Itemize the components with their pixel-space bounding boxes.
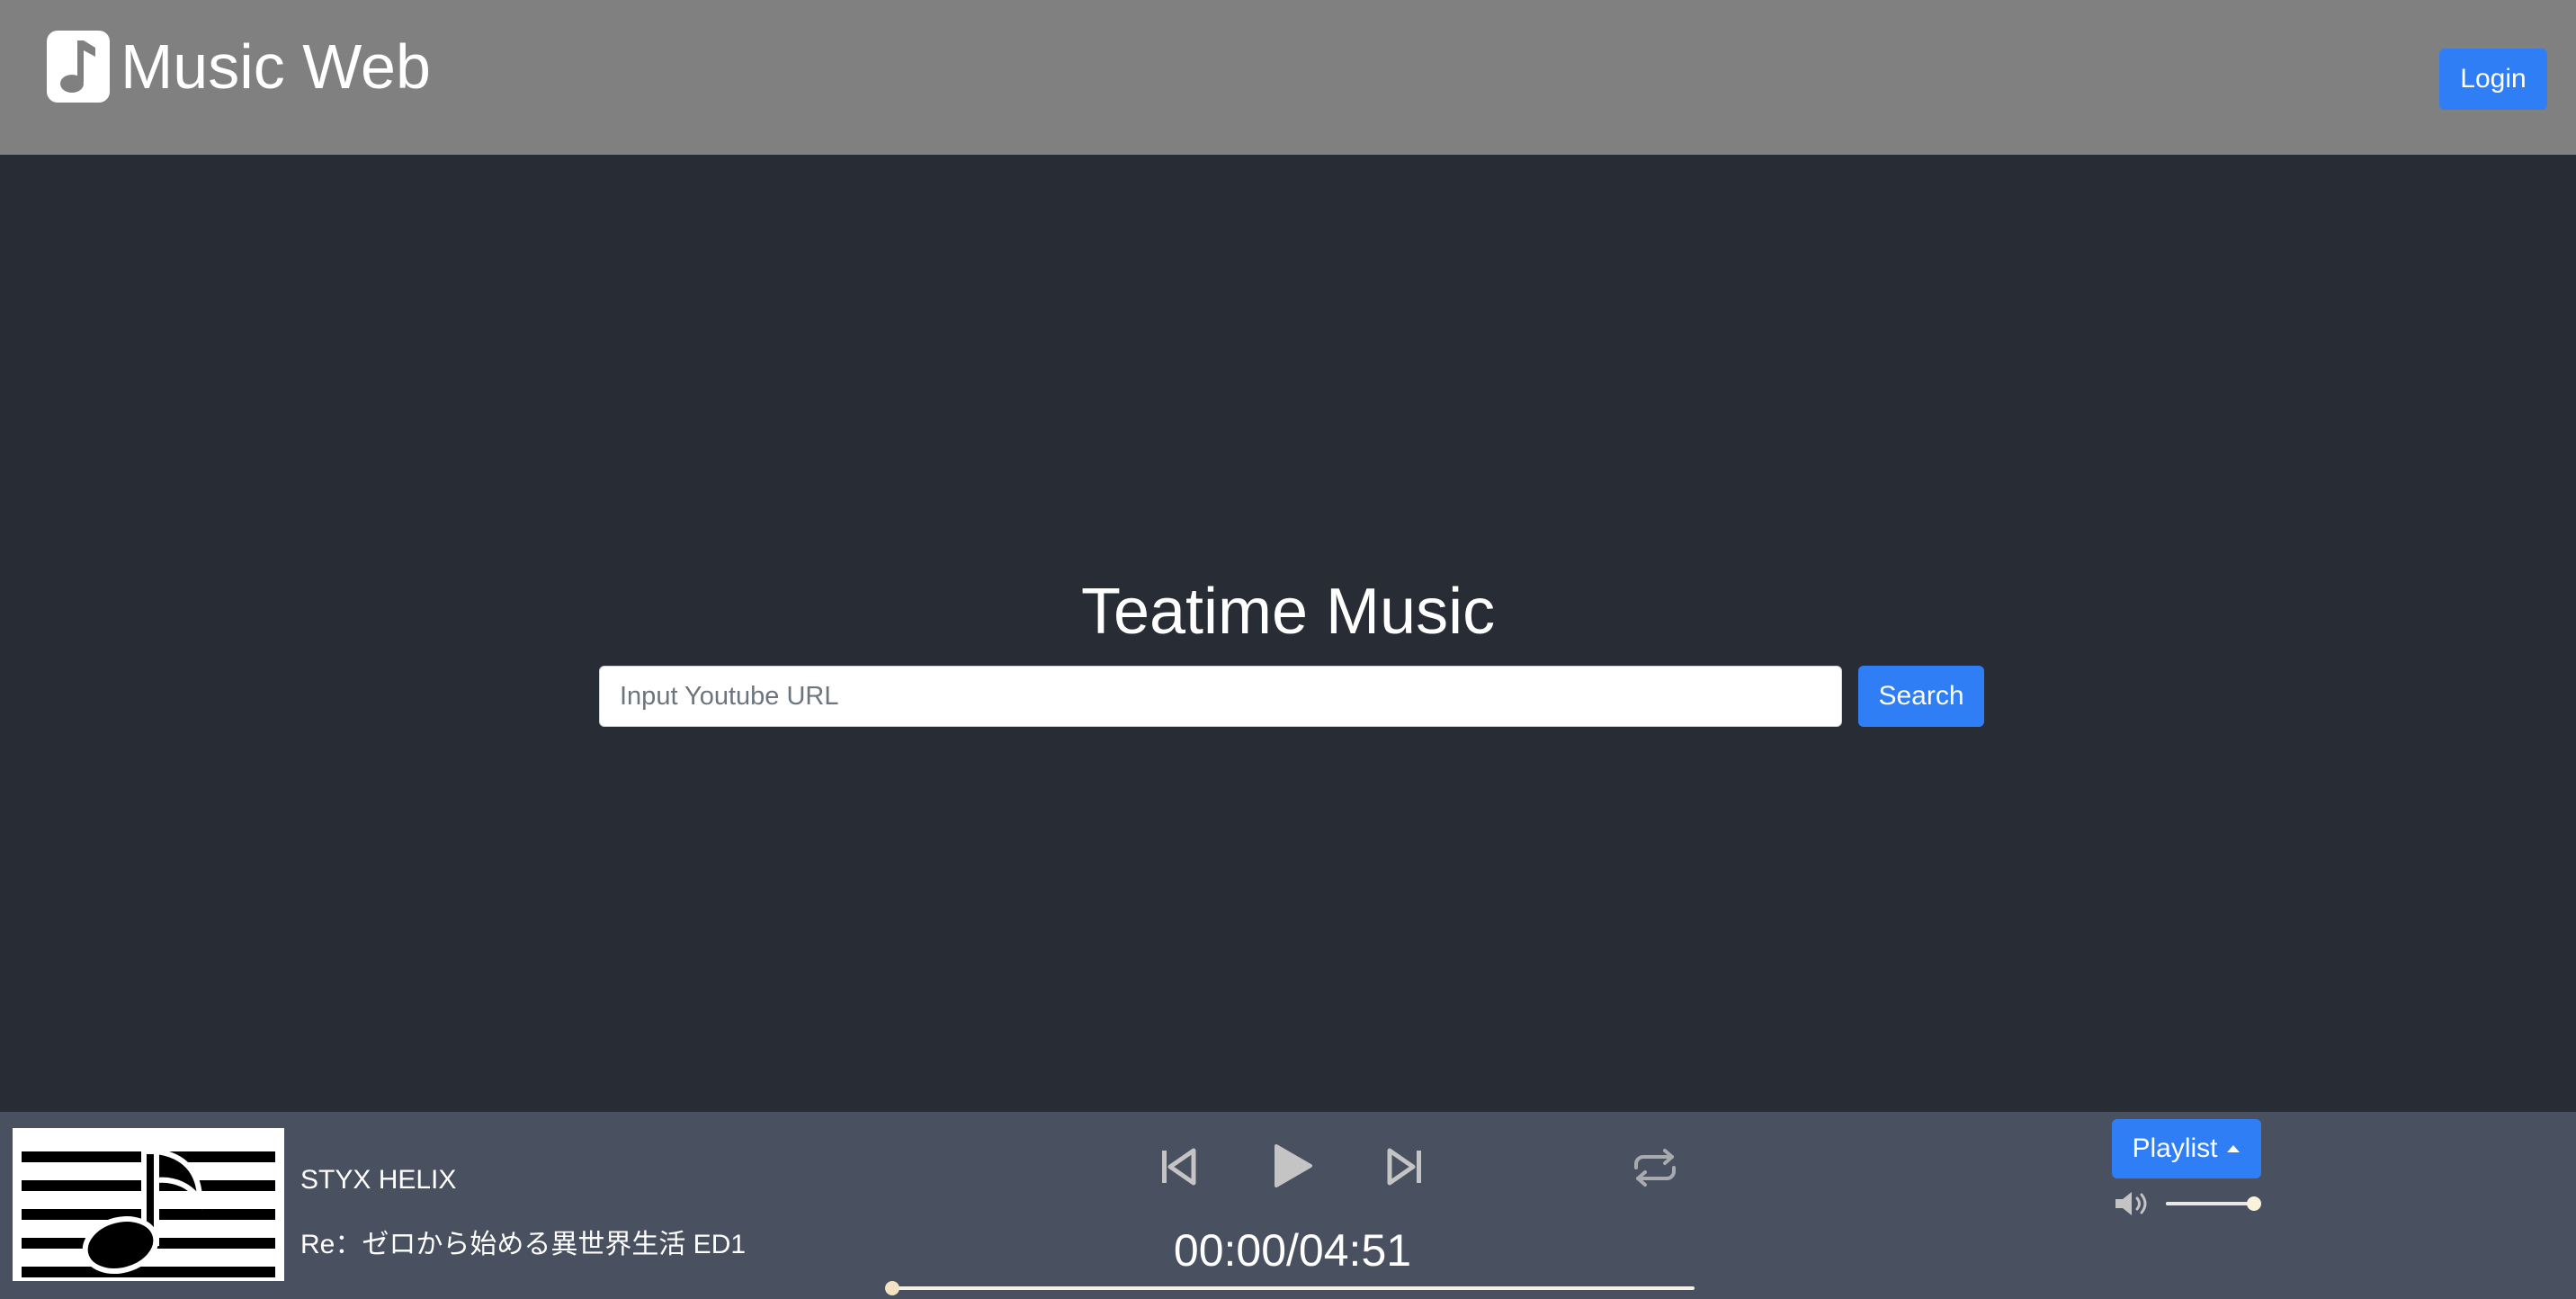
- skip-next-icon: [1387, 1148, 1421, 1186]
- previous-button[interactable]: [1157, 1144, 1200, 1189]
- track-subtitle: Re：ゼロから始める異世界生活 ED1: [300, 1230, 747, 1259]
- music-note-icon: [47, 31, 110, 103]
- navbar: Music Web Login: [0, 0, 2576, 155]
- brand-name: Music Web: [121, 31, 431, 102]
- search-button[interactable]: Search: [1858, 666, 1984, 727]
- volume-slider[interactable]: [2166, 1202, 2254, 1205]
- playlist-button[interactable]: Playlist: [2112, 1119, 2261, 1178]
- playlist-label: Playlist: [2132, 1133, 2218, 1163]
- youtube-url-input[interactable]: [599, 666, 1842, 727]
- login-button[interactable]: Login: [2439, 49, 2547, 110]
- music-note-icon: [13, 1128, 284, 1281]
- play-button[interactable]: [1268, 1139, 1319, 1193]
- brand[interactable]: Music Web: [47, 31, 431, 103]
- volume-level: [2166, 1202, 2254, 1205]
- skip-previous-icon: [1162, 1148, 1196, 1186]
- play-icon: [1275, 1144, 1312, 1187]
- time-display: 00:00/04:51: [1173, 1225, 1412, 1276]
- volume-button[interactable]: [2112, 1187, 2151, 1220]
- repeat-icon: [1634, 1149, 1676, 1187]
- next-button[interactable]: [1383, 1144, 1427, 1189]
- caret-up-icon: [2226, 1145, 2240, 1152]
- player-bar: STYX HELIX Re：ゼロから始める異世界生活 ED1 00:00/04:…: [0, 1112, 2576, 1299]
- track-title: STYX HELIX: [300, 1165, 457, 1195]
- page-title: Teatime Music: [1080, 576, 1496, 648]
- repeat-button[interactable]: [1628, 1146, 1682, 1189]
- volume-icon: [2115, 1192, 2147, 1215]
- volume-handle[interactable]: [2247, 1196, 2261, 1211]
- progress-handle[interactable]: [885, 1281, 899, 1295]
- progress-bar[interactable]: [890, 1286, 1695, 1290]
- album-cover: [13, 1128, 284, 1281]
